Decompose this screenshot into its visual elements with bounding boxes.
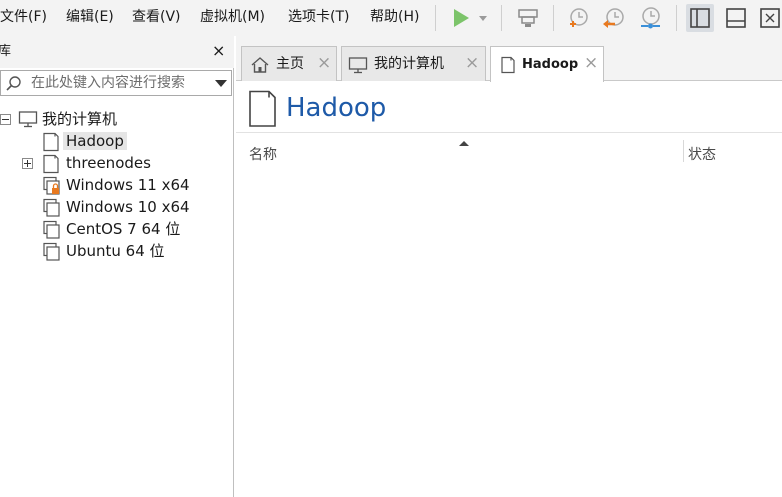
fullscreen-icon[interactable] bbox=[756, 4, 782, 32]
snapshot-manager-icon[interactable] bbox=[636, 4, 664, 32]
tree-root-my-computer[interactable]: 我的计算机 bbox=[0, 108, 232, 130]
collapse-icon[interactable] bbox=[0, 114, 11, 125]
tree-item-threenodes[interactable]: threenodes bbox=[0, 152, 232, 174]
tree-item-windows-11[interactable]: Windows 11 x64 bbox=[0, 174, 232, 196]
tree-item-label: CentOS 7 64 位 bbox=[66, 220, 181, 238]
tree-item-ubuntu[interactable]: Ubuntu 64 位 bbox=[0, 240, 232, 262]
menu-tabs[interactable]: 选项卡(T) bbox=[288, 8, 349, 26]
toolbar-separator bbox=[676, 5, 677, 31]
menu-help[interactable]: 帮助(H) bbox=[370, 8, 419, 26]
snapshot-revert-icon[interactable] bbox=[600, 4, 628, 32]
tree-root-label: 我的计算机 bbox=[42, 110, 118, 128]
column-name-header[interactable]: 名称 bbox=[249, 146, 277, 164]
tab-close-icon[interactable]: × bbox=[317, 53, 331, 73]
send-ctrl-alt-del-icon[interactable] bbox=[514, 4, 542, 32]
tree-item-centos[interactable]: CentOS 7 64 位 bbox=[0, 218, 232, 240]
tab-close-icon[interactable]: × bbox=[584, 53, 598, 73]
library-header: 库 × bbox=[0, 36, 234, 68]
library-panel: 库 × 我的计算机 H bbox=[0, 36, 234, 497]
menu-vm[interactable]: 虚拟机(M) bbox=[200, 8, 265, 26]
vm-icon bbox=[248, 90, 278, 132]
search-input[interactable] bbox=[31, 74, 205, 92]
search-icon bbox=[5, 75, 23, 97]
sort-ascending-icon bbox=[459, 141, 469, 146]
tree-item-label: Hadoop bbox=[63, 132, 127, 150]
tree-item-hadoop[interactable]: Hadoop bbox=[0, 130, 232, 152]
expand-icon[interactable] bbox=[22, 158, 33, 169]
tree-item-label: Windows 10 x64 bbox=[66, 198, 190, 216]
snapshot-take-icon[interactable] bbox=[564, 4, 592, 32]
dropdown-arrow-icon[interactable] bbox=[474, 4, 492, 32]
tab-hadoop[interactable]: Hadoop × bbox=[490, 46, 604, 82]
computer-icon bbox=[348, 56, 368, 78]
column-status-header[interactable]: 状态 bbox=[688, 146, 716, 164]
menu-edit[interactable]: 编辑(E) bbox=[66, 8, 114, 26]
menu-toolbar: 文件(F) 编辑(E) 查看(V) 虚拟机(M) 选项卡(T) 帮助(H) bbox=[0, 0, 782, 36]
tree-item-label: Ubuntu 64 位 bbox=[66, 242, 165, 260]
computer-icon bbox=[18, 110, 38, 132]
play-icon[interactable] bbox=[446, 4, 474, 32]
library-view-icon[interactable] bbox=[686, 4, 714, 32]
tab-my-computer[interactable]: 我的计算机 × bbox=[341, 46, 486, 81]
library-title: 库 bbox=[0, 44, 12, 59]
tab-home[interactable]: 主页 × bbox=[241, 46, 337, 81]
vm-icon bbox=[500, 56, 516, 78]
library-search[interactable] bbox=[0, 70, 232, 96]
tab-label: Hadoop bbox=[522, 57, 579, 72]
vm-icon bbox=[42, 242, 62, 266]
divider bbox=[236, 132, 782, 133]
column-divider[interactable] bbox=[683, 140, 684, 162]
tab-close-icon[interactable]: × bbox=[465, 53, 479, 73]
tab-bar: 主页 × 我的计算机 × Hadoop × bbox=[236, 36, 782, 82]
tree-item-label: threenodes bbox=[66, 154, 151, 172]
search-dropdown-icon[interactable] bbox=[215, 80, 227, 87]
tab-label: 我的计算机 bbox=[374, 56, 444, 72]
toolbar-separator bbox=[435, 5, 436, 31]
toolbar-separator bbox=[501, 5, 502, 31]
menu-file[interactable]: 文件(F) bbox=[0, 8, 47, 26]
toolbar-separator bbox=[553, 5, 554, 31]
page-title: Hadoop bbox=[286, 93, 387, 123]
tree-item-windows-10[interactable]: Windows 10 x64 bbox=[0, 196, 232, 218]
tab-label: 主页 bbox=[276, 56, 304, 72]
vm-summary-pane: Hadoop 名称 状态 bbox=[236, 82, 782, 497]
list-column-header: 名称 状态 bbox=[236, 140, 782, 166]
library-close-icon[interactable]: × bbox=[212, 42, 225, 60]
tree-item-label: Windows 11 x64 bbox=[66, 176, 190, 194]
thumbnail-bar-icon[interactable] bbox=[722, 4, 750, 32]
home-icon bbox=[250, 56, 270, 78]
menu-view[interactable]: 查看(V) bbox=[132, 8, 181, 26]
